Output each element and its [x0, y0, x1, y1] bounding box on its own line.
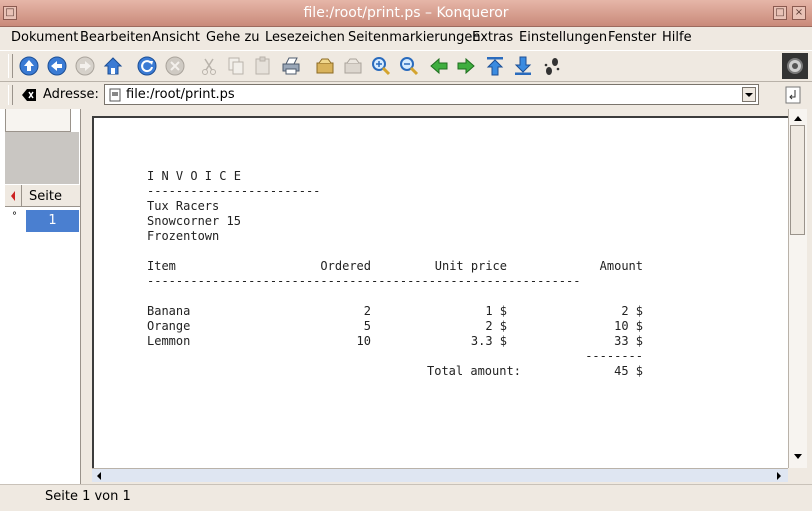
column-header-unit-price: Unit price	[434, 259, 507, 273]
go-icon[interactable]	[785, 86, 801, 104]
stop-icon	[165, 56, 185, 76]
reload-icon[interactable]	[136, 55, 158, 77]
column-header-ordered: Ordered	[320, 259, 371, 273]
document-icon	[109, 88, 121, 102]
row-1-unit-price: 1 $	[485, 304, 507, 318]
postscript-page: I N V O I C E ------------------------ T…	[92, 116, 788, 468]
toolbar-grip[interactable]	[8, 54, 13, 78]
menu-einstellungen[interactable]: Einstellungen	[519, 30, 607, 45]
row-3-item: Lemmon	[147, 334, 191, 348]
print-icon[interactable]	[280, 55, 302, 77]
row-2-unit-price: 2 $	[485, 319, 507, 333]
forward-icon	[75, 56, 95, 76]
paste-icon	[255, 56, 270, 75]
page-unmark-icon	[344, 58, 362, 74]
location-toolbar: Adresse: file:/root/print.ps	[0, 82, 812, 109]
document-viewer: I N V O I C E ------------------------ T…	[82, 109, 812, 484]
statusbar: Seite 1 von 1	[0, 484, 812, 511]
window-title: file:/root/print.ps – Konqueror	[303, 5, 509, 21]
vertical-scroll-thumb[interactable]	[790, 125, 805, 235]
menu-lesezeichen[interactable]: Lesezeichen	[265, 30, 345, 45]
page-mark-bullet: °	[12, 211, 17, 222]
first-page-icon[interactable]	[484, 55, 506, 77]
horizontal-scrollbar[interactable]	[92, 468, 788, 482]
page-selector-box[interactable]	[5, 109, 71, 132]
copy-icon	[228, 57, 244, 75]
menu-seitenmarkierungen[interactable]: Seitenmarkierungen	[348, 30, 481, 45]
page-list-header-label[interactable]: Seite	[29, 189, 62, 204]
scroll-right-icon[interactable]	[774, 470, 784, 482]
invoice-title: I N V O I C E	[147, 169, 241, 183]
total-label: Total amount:	[427, 364, 521, 378]
previous-page-icon[interactable]	[428, 55, 450, 77]
vertical-scrollbar[interactable]	[788, 109, 807, 468]
home-icon[interactable]	[102, 55, 124, 77]
thumbnail-area	[5, 132, 79, 184]
address-dropdown-button[interactable]	[742, 87, 756, 102]
window-titlebar: □ file:/root/print.ps – Konqueror □ ×	[0, 0, 812, 27]
close-button[interactable]: ×	[792, 6, 806, 20]
page-list-item[interactable]: 1	[26, 210, 79, 232]
menubar: Dokument Bearbeiten Ansicht Gehe zu Lese…	[0, 27, 812, 50]
cut-icon	[202, 58, 216, 75]
row-1-item: Banana	[147, 304, 191, 318]
column-header-item: Item	[147, 259, 176, 273]
row-3-ordered: 10	[356, 334, 371, 348]
scroll-left-icon[interactable]	[94, 470, 104, 482]
row-2-ordered: 5	[363, 319, 371, 333]
address-value: file:/root/print.ps	[126, 87, 235, 102]
row-3-unit-price: 3.3 $	[470, 334, 507, 348]
clear-location-icon[interactable]	[21, 88, 37, 102]
header-rule: ----------------------------------------…	[147, 274, 581, 288]
chevron-down-icon	[745, 93, 753, 97]
location-grip[interactable]	[8, 85, 13, 105]
menu-ansicht[interactable]: Ansicht	[152, 30, 200, 45]
page-panel: Seite ° 1	[0, 109, 81, 484]
up-icon[interactable]	[18, 55, 40, 77]
page-mark-icon[interactable]	[314, 55, 336, 77]
address-line-2: Snowcorner 15	[147, 214, 241, 228]
mark-column-icon[interactable]	[10, 191, 16, 201]
title-rule: ------------------------	[147, 184, 321, 198]
menu-gehe-zu[interactable]: Gehe zu	[206, 30, 260, 45]
menu-hilfe[interactable]: Hilfe	[662, 30, 692, 45]
goto-page-icon[interactable]	[541, 55, 563, 77]
address-label: Adresse:	[43, 87, 99, 102]
menu-fenster[interactable]: Fenster	[608, 30, 656, 45]
row-3-amount: 33 $	[614, 334, 643, 348]
menu-dokument[interactable]: Dokument	[11, 30, 78, 45]
horizontal-scroll-thumb[interactable]	[106, 469, 766, 482]
page-list-header: Seite	[5, 184, 80, 207]
main-toolbar	[0, 50, 812, 82]
row-1-amount: 2 $	[621, 304, 643, 318]
back-icon[interactable]	[46, 55, 68, 77]
status-text: Seite 1 von 1	[45, 489, 131, 504]
row-2-item: Orange	[147, 319, 191, 333]
column-header-amount: Amount	[599, 259, 643, 273]
activity-gear-icon	[782, 53, 808, 79]
menu-extras[interactable]: Extras	[472, 30, 513, 45]
sum-rule: --------	[585, 349, 643, 363]
menu-bearbeiten[interactable]: Bearbeiten	[80, 30, 151, 45]
next-page-icon[interactable]	[455, 55, 477, 77]
zoom-out-icon[interactable]	[398, 55, 420, 77]
maximize-button[interactable]: □	[773, 6, 787, 20]
address-input[interactable]: file:/root/print.ps	[104, 84, 759, 105]
page-number: 1	[48, 213, 57, 228]
total-value: 45 $	[614, 364, 643, 378]
last-page-icon[interactable]	[512, 55, 534, 77]
row-1-ordered: 2	[363, 304, 371, 318]
row-2-amount: 10 $	[614, 319, 643, 333]
zoom-in-icon[interactable]	[370, 55, 392, 77]
scroll-down-icon[interactable]	[792, 452, 804, 462]
address-line-3: Frozentown	[147, 229, 220, 243]
address-line-1: Tux Racers	[147, 199, 220, 213]
scroll-up-icon[interactable]	[792, 113, 804, 123]
